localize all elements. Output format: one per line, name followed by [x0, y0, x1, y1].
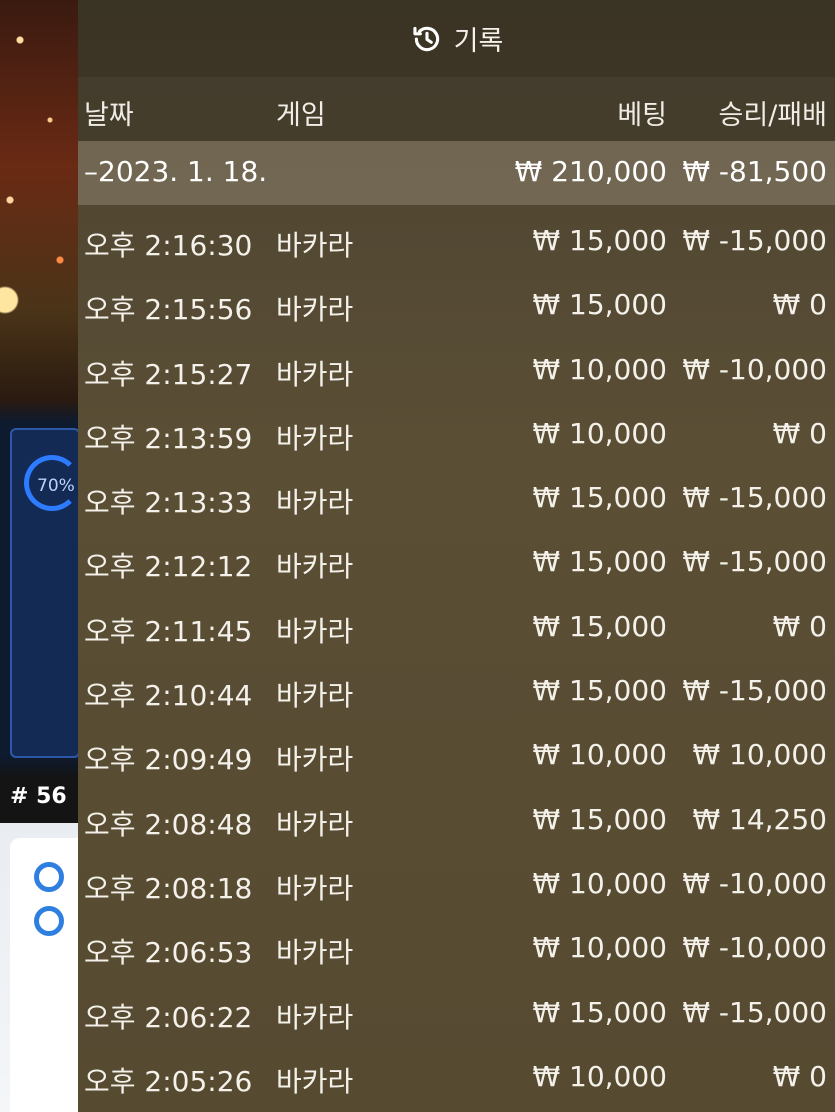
row-result: ₩ -15,000 [682, 995, 827, 1029]
column-bet: 베팅 [617, 100, 667, 131]
row-result: ₩ 14,250 [692, 802, 827, 836]
progress-label: 70% [37, 476, 75, 496]
row-bet: ₩ 15,000 [532, 288, 667, 322]
row-time: 오후 2:15:27 [84, 357, 253, 391]
date-group-row[interactable]: –2023. 1. 18. ₩ 210,000 ₩ -81,500 [78, 141, 835, 205]
row-game: 바카라 [276, 614, 354, 648]
row-result: ₩ -10,000 [682, 931, 827, 965]
row-game: 바카라 [276, 1000, 354, 1034]
row-result: ₩ -15,000 [682, 224, 827, 257]
row-time: 오후 2:06:22 [84, 1000, 253, 1034]
history-rows: 오후 2:16:30 바카라 ₩ 15,000 ₩ -15,000 오후 2:15:56… [78, 205, 835, 1108]
row-game: 바카라 [276, 807, 354, 841]
row-game: 바카라 [276, 486, 354, 520]
table-row[interactable]: 오후 2:11:45 바카라 ₩ 15,000 ₩ 0 [78, 594, 835, 658]
row-result: ₩ 0 [772, 416, 827, 450]
table-row[interactable]: 오후 2:16:30 바카라 ₩ 15,000 ₩ -15,000 [78, 208, 835, 272]
column-game: 게임 [276, 100, 326, 131]
table-row[interactable]: 오후 2:06:53 바카라 ₩ 10,000 ₩ -10,000 [78, 915, 835, 979]
history-icon [413, 26, 439, 51]
row-result: ₩ 0 [772, 288, 827, 322]
table-row[interactable]: 오후 2:15:56 바카라 ₩ 15,000 ₩ 0 [78, 272, 835, 336]
row-bet: ₩ 10,000 [532, 416, 667, 450]
row-bet: ₩ 15,000 [532, 609, 667, 643]
table-row[interactable]: 오후 2:08:18 바카라 ₩ 10,000 ₩ -10,000 [78, 851, 835, 915]
road-board [10, 838, 80, 1112]
table-row[interactable]: 오후 2:06:22 바카라 ₩ 15,000 ₩ -15,000 [78, 980, 835, 1044]
row-game: 바카라 [276, 229, 354, 262]
table-row[interactable]: 오후 2:08:48 바카라 ₩ 15,000 ₩ 14,250 [78, 787, 835, 851]
row-time: 오후 2:12:12 [84, 550, 253, 584]
history-panel: 기록 날짜 게임 베팅 승리/패배 –2023. 1. 18. ₩ 210,00… [78, 0, 835, 1112]
row-time: 오후 2:05:26 [84, 1064, 253, 1098]
row-game: 바카라 [276, 743, 354, 777]
row-bet: ₩ 10,000 [532, 866, 667, 900]
background-decoration [0, 0, 78, 420]
row-game: 바카라 [276, 1064, 354, 1098]
row-result: ₩ -15,000 [682, 545, 827, 579]
row-game: 바카라 [276, 550, 354, 584]
row-bet: ₩ 15,000 [532, 481, 667, 515]
row-game: 바카라 [276, 293, 354, 327]
row-bet: ₩ 15,000 [532, 674, 667, 708]
row-bet: ₩ 15,000 [532, 995, 667, 1029]
row-time: 오후 2:16:30 [84, 229, 253, 262]
row-time: 오후 2:10:44 [84, 679, 253, 713]
row-bet: ₩ 10,000 [532, 1059, 667, 1093]
row-bet: ₩ 10,000 [532, 352, 667, 386]
date-group-total-bet: ₩ 210,000 [514, 155, 667, 188]
row-result: ₩ 10,000 [692, 738, 827, 772]
row-time: 오후 2:09:49 [84, 743, 253, 777]
date-group-label: –2023. 1. 18. [84, 155, 268, 188]
column-win-loss: 승리/패배 [718, 100, 827, 131]
row-bet: ₩ 15,000 [532, 802, 667, 836]
row-result: ₩ -15,000 [682, 674, 827, 708]
table-row[interactable]: 오후 2:09:49 바카라 ₩ 10,000 ₩ 10,000 [78, 722, 835, 786]
row-time: 오후 2:08:18 [84, 871, 253, 905]
road-marker-icon [34, 906, 64, 936]
row-result: ₩ 0 [772, 1059, 827, 1093]
table-row[interactable]: 오후 2:12:12 바카라 ₩ 15,000 ₩ -15,000 [78, 529, 835, 593]
row-game: 바카라 [276, 871, 354, 905]
table-row[interactable]: 오후 2:13:59 바카라 ₩ 10,000 ₩ 0 [78, 401, 835, 465]
round-number: # 56 [10, 784, 67, 809]
row-time: 오후 2:15:56 [84, 293, 253, 327]
column-date: 날짜 [84, 100, 134, 131]
row-bet: ₩ 10,000 [532, 931, 667, 965]
row-game: 바카라 [276, 357, 354, 391]
row-result: ₩ -10,000 [682, 352, 827, 386]
row-time: 오후 2:13:59 [84, 421, 253, 455]
road-marker-icon [34, 862, 64, 892]
history-header: 기록 [78, 0, 835, 77]
row-bet: ₩ 15,000 [532, 545, 667, 579]
table-row[interactable]: 오후 2:15:27 바카라 ₩ 10,000 ₩ -10,000 [78, 337, 835, 401]
row-time: 오후 2:08:48 [84, 807, 253, 841]
row-result: ₩ 0 [772, 609, 827, 643]
date-group-total-win-loss: ₩ -81,500 [682, 155, 827, 188]
row-bet: ₩ 15,000 [532, 224, 667, 257]
history-title: 기록 [453, 26, 504, 57]
table-row[interactable]: 오후 2:05:26 바카라 ₩ 10,000 ₩ 0 [78, 1044, 835, 1108]
row-time: 오후 2:13:33 [84, 486, 253, 520]
row-time: 오후 2:06:53 [84, 936, 253, 970]
row-game: 바카라 [276, 421, 354, 455]
row-bet: ₩ 10,000 [532, 738, 667, 772]
table-row[interactable]: 오후 2:10:44 바카라 ₩ 15,000 ₩ -15,000 [78, 658, 835, 722]
row-time: 오후 2:11:45 [84, 614, 253, 648]
row-game: 바카라 [276, 679, 354, 713]
table-row[interactable]: 오후 2:13:33 바카라 ₩ 15,000 ₩ -15,000 [78, 465, 835, 529]
row-result: ₩ -10,000 [682, 866, 827, 900]
row-result: ₩ -15,000 [682, 481, 827, 515]
table-header: 날짜 게임 베팅 승리/패배 [78, 77, 835, 141]
row-game: 바카라 [276, 936, 354, 970]
